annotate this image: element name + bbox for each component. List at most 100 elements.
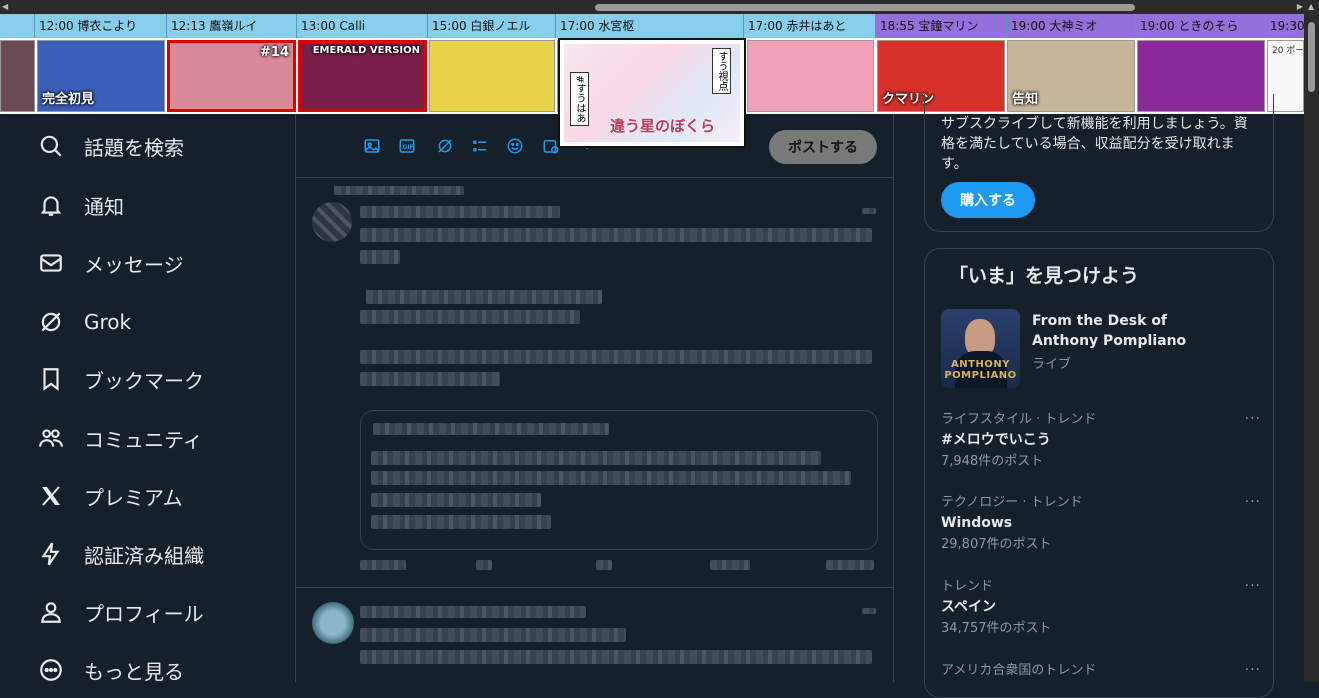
more-options-icon[interactable]: ··· [1245,494,1261,510]
quoted-author [373,423,609,435]
quoted-text-line [371,515,551,529]
nav-communities[interactable]: コミュニティ [36,418,203,458]
stream-thumbnail[interactable] [747,40,874,112]
scroll-up-arrow-icon[interactable]: ▲ [1308,2,1314,11]
grok-icon [36,307,66,337]
live-thumbnail[interactable]: ANTHONY POMPLIANO [941,309,1020,388]
like-action[interactable] [596,560,612,570]
schedule-slot[interactable]: 17:00 水宮枢 [555,14,743,38]
trend-category: テクノロジー · トレンド [941,495,1083,510]
preview-title: 違う星のぼくら [610,117,716,135]
reply-action[interactable] [360,560,406,570]
trend-item[interactable]: ライフスタイル · トレンド #メロウでいこう 7,948件のポスト ··· [941,411,1261,471]
horizontal-scrollbar[interactable]: ◀ ▶ [0,0,1319,14]
nav-premium[interactable]: プレミアム [36,476,183,516]
live-brand-text: ANTHONY POMPLIANO [944,359,1017,381]
post-text-line [360,250,400,264]
quoted-post[interactable] [360,410,878,550]
buy-button[interactable]: 購入する [941,182,1035,218]
repost-action[interactable] [476,560,492,570]
post-text-line [360,372,500,386]
schedule-slot[interactable]: 19:00 ときのそら [1135,14,1265,38]
nav-verified-orgs[interactable]: 認証済み組織 [36,534,204,574]
trend-item[interactable]: トレンド スペイン 34,757件のポスト ··· [941,578,1261,638]
schedule-slot[interactable]: 19:30 [1265,14,1304,38]
search-icon [36,131,66,161]
premium-description: サブスクライブして新機能を利用しましょう。資格を満たしている場合、収益配分を受け… [941,116,1248,172]
more-options-icon[interactable]: ··· [1245,662,1261,678]
nav-messages[interactable]: メッセージ [36,243,184,283]
grok-icon[interactable] [435,136,455,156]
schedule-slot[interactable]: 17:00 赤井はあと [743,14,875,38]
trends-heading: 「いま」を見つけよう [949,265,1140,287]
bookmark-icon [36,364,66,394]
nav-explore[interactable]: 話題を検索 [36,126,184,166]
live-title[interactable]: From the Desk of Anthony Pompliano [1032,311,1232,351]
post-text-line [360,228,872,242]
more-circle-icon [36,655,66,685]
scroll-right-arrow-icon[interactable]: ▶ [1297,2,1303,11]
nav-profile[interactable]: プロフィール [36,592,204,632]
nav-label: プレミアム [84,485,183,510]
lightning-icon [36,539,66,569]
post-author[interactable] [360,206,560,218]
stream-thumbnail-live[interactable]: #14 [167,40,296,112]
schedule-slot[interactable]: 12:13 鷹嶺ルイ [166,14,296,38]
stream-thumbnail[interactable] [0,40,35,112]
image-icon[interactable] [362,136,382,156]
timeline-post[interactable] [296,590,893,682]
post-author[interactable] [360,606,586,618]
timeline-post[interactable] [296,178,893,588]
views-action[interactable] [710,560,750,570]
stream-thumbnail[interactable]: 完全初見 [37,40,165,112]
schedule-slot[interactable]: 13:00 Calli [296,14,427,38]
more-options-icon[interactable]: ··· [1245,411,1261,427]
nav-grok[interactable]: Grok [36,302,131,342]
nav-label: もっと見る [84,659,184,684]
post-button[interactable]: ポストする [769,130,877,164]
post-more-icon[interactable] [862,208,876,214]
trend-category: ライフスタイル · トレンド [941,412,1097,427]
post-text-line [360,628,626,642]
post-repost-context [334,186,464,195]
nav-notifications[interactable]: 通知 [36,185,124,225]
nav-more[interactable]: もっと見る [36,650,184,690]
vertical-scroll-thumb[interactable] [1308,22,1315,92]
community-icon [36,423,66,453]
schedule-slot[interactable]: 15:00 白銀ノエル [427,14,555,38]
trends-panel: 「いま」を見つけよう ANTHONY POMPLIANO From the De… [924,248,1274,698]
quoted-text-line [371,471,851,485]
post-avatar[interactable] [312,202,352,242]
primary-navigation: 話題を検索 通知 メッセージ Grok ブックマーク コミュニティ プレミアム … [0,114,295,684]
post-text-line [360,650,872,664]
poll-icon[interactable] [470,136,490,156]
more-options-icon[interactable]: ··· [1245,578,1261,594]
schedule-slot[interactable]: 18:55 宝鐘マリン [875,14,1006,38]
post-text-line [360,310,580,324]
schedule-slot[interactable]: 19:00 大神ミオ [1006,14,1135,38]
share-action[interactable] [826,560,874,570]
schedule-slot[interactable]: 12:00 博衣こより [34,14,166,38]
premium-panel: サブスクライブして新機能を利用しましょう。資格を満たしている場合、収益配分を受け… [924,94,1274,232]
trend-name: スペイン [941,599,997,615]
trend-count: 34,757件のポスト [941,621,1052,636]
vertical-scrollbar[interactable]: ▲ [1304,0,1319,682]
x-logo-icon [36,481,66,511]
post-text-line [360,350,872,364]
trend-item[interactable]: アメリカ合衆国のトレンド ··· [941,662,1261,680]
stream-thumbnail-live[interactable]: EMERALD VERSION [298,40,427,112]
quoted-text-line [371,451,821,465]
stream-thumbnail[interactable] [429,40,555,112]
trend-item[interactable]: テクノロジー · トレンド Windows 29,807件のポスト ··· [941,494,1261,554]
post-more-icon[interactable] [862,608,876,614]
gif-icon[interactable]: GIF [397,136,417,156]
horizontal-scroll-thumb[interactable] [595,4,1135,11]
stream-preview-popup[interactable]: #すうはあ すう視点 違う星のぼくら [558,38,746,148]
nav-label: メッセージ [84,252,184,277]
emoji-icon[interactable] [505,136,525,156]
nav-bookmarks[interactable]: ブックマーク [36,359,204,399]
scroll-left-arrow-icon[interactable]: ◀ [2,2,8,11]
post-text-line [366,290,602,304]
post-avatar[interactable] [312,602,354,644]
svg-text:GIF: GIF [403,144,414,151]
